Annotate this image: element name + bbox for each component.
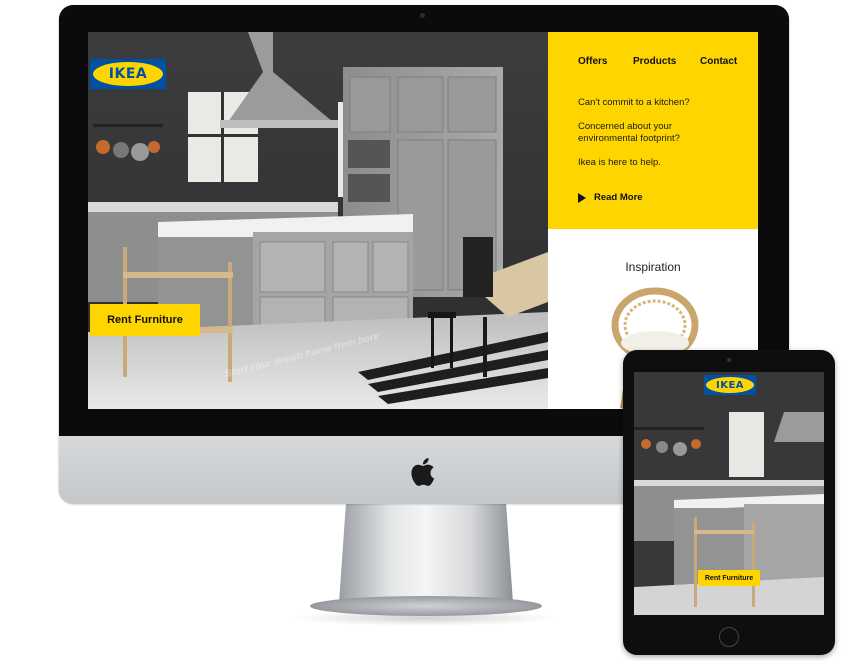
play-icon [578,192,586,203]
ipad-home-button[interactable] [719,627,739,647]
apple-logo-icon [411,458,435,486]
promo-line-3: Ikea is here to help. [578,157,661,168]
nav-contact[interactable]: Contact [700,56,737,67]
read-more-link[interactable]: Read More [578,192,643,203]
promo-line-1: Can't commit to a kitchen? [578,97,690,108]
nav-products[interactable]: Products [633,56,676,67]
rent-furniture-button[interactable]: Rent Furniture [90,304,200,336]
nav-offers[interactable]: Offers [578,56,607,67]
tablet-ikea-logo[interactable]: IKEA [704,375,756,395]
tablet-rent-furniture-button[interactable]: Rent Furniture [698,570,760,586]
imac-stand-base [310,596,542,616]
ikea-logo-text: IKEA [93,62,163,86]
imac-stand-neck [339,503,513,603]
promo-line-2: Concerned about your environmental footp… [578,121,680,144]
tablet-website-screen: IKEA Rent Furniture [634,372,824,615]
ipad-camera [727,358,731,362]
read-more-label: Read More [594,192,643,203]
imac-camera [420,13,425,18]
inspiration-title: Inspiration [625,260,681,274]
tablet-ikea-logo-text: IKEA [706,377,754,393]
ikea-logo[interactable]: IKEA [90,59,166,89]
